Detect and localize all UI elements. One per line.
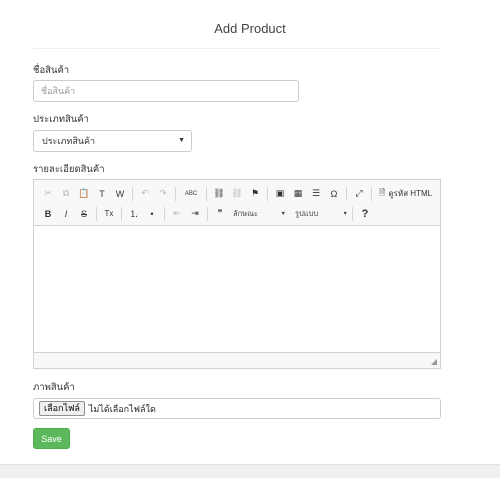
toolbar-separator (121, 206, 122, 221)
spellcheck-icon[interactable]: ABC (180, 186, 202, 202)
numbered-list-icon[interactable]: ⒈ (126, 206, 142, 222)
toolbar-separator (96, 206, 97, 221)
format-combo-label: รูปแบบ (295, 208, 319, 218)
source-label: ดูรหัส HTML (388, 189, 433, 198)
choose-file-button[interactable]: เลือกไฟล์ (39, 401, 85, 416)
bulleted-list-icon[interactable]: • (144, 206, 160, 222)
save-button[interactable]: Save (33, 428, 70, 449)
bold-icon[interactable]: B (40, 206, 56, 222)
toolbar-row-1: ✂ ⧉ 📋 T W ↶ ↷ ABC ⛓ ⛓ ⚑ ▣ ▦ ☰ Ω ⤢ 🗎 ดูรหัส HTML (40, 185, 435, 202)
toolbar-separator (346, 186, 347, 201)
undo-icon[interactable]: ↶ (137, 186, 153, 202)
toolbar-separator (175, 186, 176, 201)
source-button[interactable]: 🗎 ดูรหัส HTML (376, 187, 435, 201)
strike-icon[interactable]: S (76, 206, 92, 222)
page-footer (0, 464, 500, 478)
italic-icon[interactable]: I (58, 206, 74, 222)
chevron-down-icon: ▼ (178, 137, 185, 144)
paste-icon[interactable]: 📋 (76, 186, 92, 202)
toolbar-separator (207, 206, 208, 221)
toolbar-separator (206, 186, 207, 201)
chevron-down-icon: ▼ (280, 210, 286, 217)
category-select[interactable]: ประเภทสินค้า ▼ (33, 130, 192, 152)
title-divider (33, 48, 440, 49)
redo-icon[interactable]: ↷ (155, 186, 171, 202)
style-combo[interactable]: ลักษณะ ▼ (230, 207, 288, 221)
page-title: Add Product (214, 21, 286, 36)
toolbar-separator (132, 186, 133, 201)
source-icon: 🗎 (379, 187, 386, 197)
image-label: ภาพสินค้า (33, 382, 75, 393)
copy-icon[interactable]: ⧉ (58, 186, 74, 202)
toolbar-separator (267, 186, 268, 201)
table-icon[interactable]: ▦ (290, 186, 306, 202)
paste-text-icon[interactable]: T (94, 186, 110, 202)
paste-word-icon[interactable]: W (112, 186, 128, 202)
product-name-input[interactable] (33, 80, 299, 102)
toolbar-separator (164, 206, 165, 221)
editor-statusbar: ◢ (34, 352, 440, 368)
special-char-icon[interactable]: Ω (326, 186, 342, 202)
format-combo[interactable]: รูปแบบ ▼ (292, 207, 350, 221)
category-selected-value: ประเภทสินค้า (42, 136, 96, 146)
indent-icon[interactable]: ⇥ (187, 206, 203, 222)
help-icon[interactable]: ? (357, 206, 373, 222)
category-label: ประเภทสินค้า (33, 114, 89, 125)
outdent-icon[interactable]: ⇤ (169, 206, 185, 222)
style-combo-label: ลักษณะ (233, 208, 259, 218)
blockquote-icon[interactable]: ❞ (212, 206, 228, 222)
chevron-down-icon: ▼ (342, 210, 348, 217)
cut-icon[interactable]: ✂ (40, 186, 56, 202)
description-label: รายละเอียดสินค้า (33, 164, 105, 175)
anchor-icon[interactable]: ⚑ (247, 186, 263, 202)
toolbar-separator (371, 186, 372, 201)
name-label: ชื่อสินค้า (33, 65, 70, 76)
file-status-text: ไม่ได้เลือกไฟล์ใด (88, 403, 156, 414)
editor-toolbar: ✂ ⧉ 📋 T W ↶ ↷ ABC ⛓ ⛓ ⚑ ▣ ▦ ☰ Ω ⤢ 🗎 ดูรหัส HTML B I S Tx ⒈ • ⇤ ⇥… (34, 180, 440, 226)
toolbar-row-2: B I S Tx ⒈ • ⇤ ⇥ ❞ ลักษณะ ▼ รูปแบบ ▼? (40, 205, 375, 222)
resize-grip-icon[interactable]: ◢ (431, 357, 437, 366)
product-image-file-input[interactable]: เลือกไฟล์ ไม่ได้เลือกไฟล์ใด (33, 398, 441, 419)
maximize-icon[interactable]: ⤢ (351, 186, 367, 202)
editor-content-area[interactable] (34, 226, 440, 353)
unlink-icon[interactable]: ⛓ (229, 186, 245, 202)
image-icon[interactable]: ▣ (272, 186, 288, 202)
link-icon[interactable]: ⛓ (211, 186, 227, 202)
rich-text-editor: ✂ ⧉ 📋 T W ↶ ↷ ABC ⛓ ⛓ ⚑ ▣ ▦ ☰ Ω ⤢ 🗎 ดูรหัส HTML B I S Tx ⒈ • ⇤ ⇥… (33, 179, 441, 369)
remove-format-icon[interactable]: Tx (101, 206, 117, 222)
horizontal-rule-icon[interactable]: ☰ (308, 186, 324, 202)
toolbar-separator (352, 206, 353, 221)
